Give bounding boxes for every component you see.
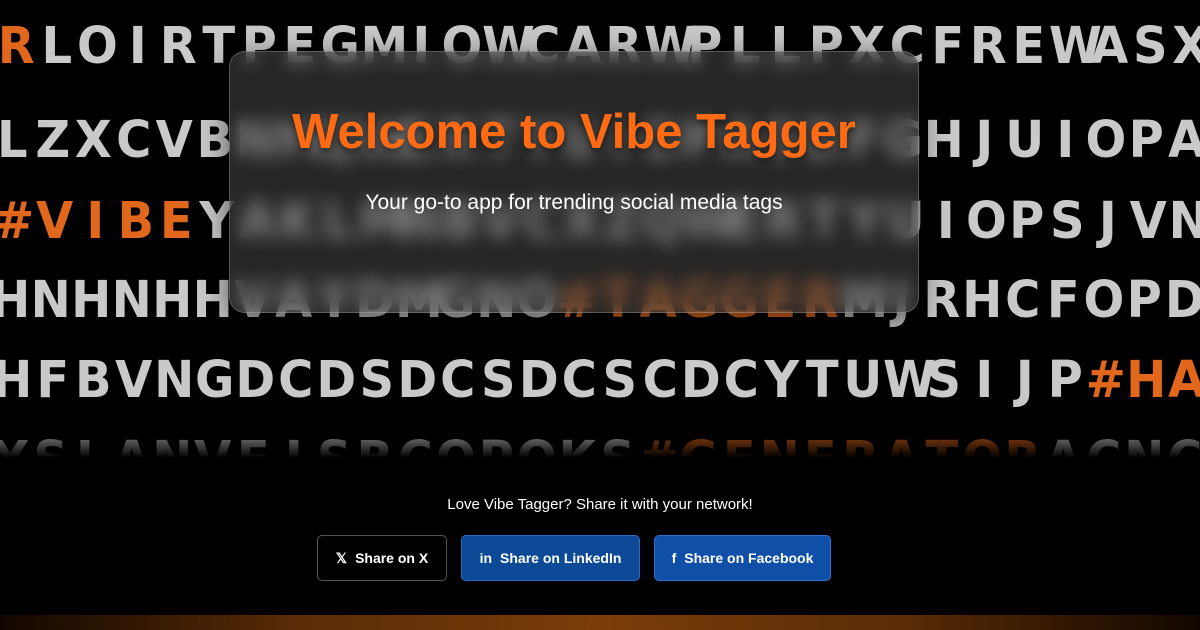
facebook-icon: f <box>671 550 677 566</box>
x-logo-icon: 𝕏 <box>335 549 348 566</box>
share-on-x-button[interactable]: 𝕏 Share on X <box>317 535 447 581</box>
background-fade <box>0 418 1200 468</box>
share-prompt: Love Vibe Tagger? Share it with your net… <box>447 496 753 513</box>
hero-card: Welcome to Vibe Tagger Your go-to app fo… <box>229 51 919 313</box>
share-on-x-label: Share on X <box>355 550 429 566</box>
share-on-facebook-label: Share on Facebook <box>684 550 814 566</box>
share-on-facebook-button[interactable]: f Share on Facebook <box>654 535 831 581</box>
linkedin-icon: in <box>479 550 493 566</box>
hero-subtitle: Your go-to app for trending social media… <box>365 191 783 214</box>
footer-glow <box>0 615 1200 630</box>
share-on-linkedin-label: Share on LinkedIn <box>500 550 622 566</box>
hero-title: Welcome to Vibe Tagger <box>292 105 856 159</box>
letter-sequence: HFBVNGDCDSDCSDCSCDCYTUWSIJP <box>0 350 1083 410</box>
hashtag-highlight: R <box>0 16 35 76</box>
hashtag-highlight: #VIBE <box>0 191 193 251</box>
letter-row: HFBVNGDCDSDCSDCSCDCYTUWSIJP#HA <box>0 350 1200 410</box>
hashtag-highlight: #HA <box>1085 350 1200 410</box>
share-buttons: 𝕏 Share on X in Share on LinkedIn f Shar… <box>317 535 831 581</box>
share-on-linkedin-button[interactable]: in Share on LinkedIn <box>461 535 640 581</box>
